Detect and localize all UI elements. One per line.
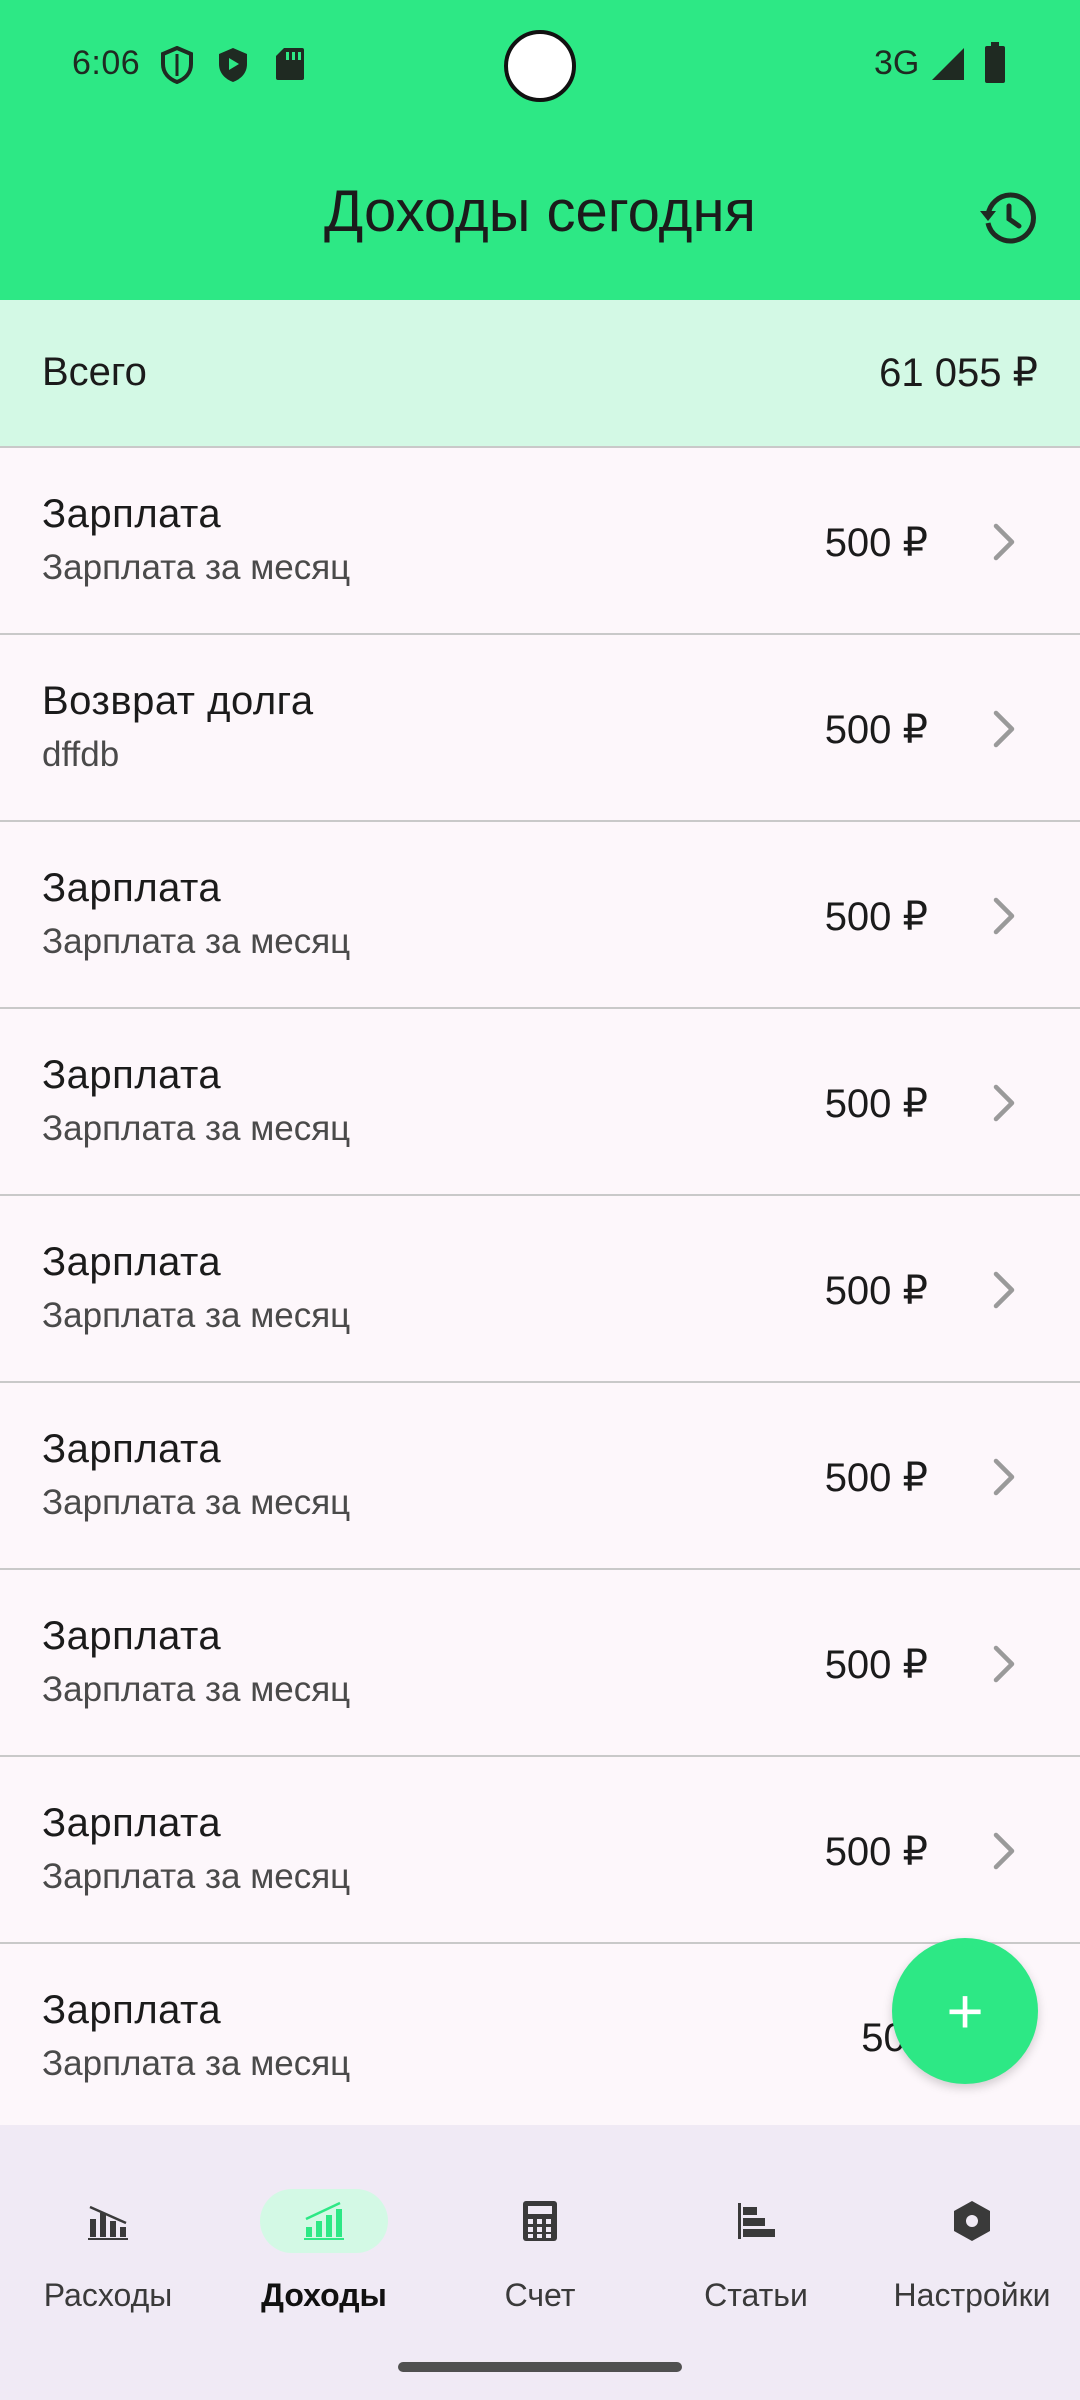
item-title: Зарплата [42,1240,222,1284]
item-amount: 500 ₽ [824,521,928,565]
nav-label: Настройки [893,2277,1051,2313]
list-item[interactable]: Зарплата Зарплата за месяц 500 ₽ [0,1757,1080,1944]
item-amount: 500 ₽ [824,1830,928,1874]
list-item[interactable]: Зарплата Зарплата за месяц 500 ₽ [0,1570,1080,1757]
chevron-right-icon [993,1271,1015,1309]
battery-icon [984,42,1006,89]
item-title: Зарплата [42,866,222,910]
history-icon [980,192,1036,244]
item-subtitle: Зарплата за месяц [42,1857,351,1896]
settings-hexagon-icon [908,2189,1036,2253]
income-chart-icon [260,2189,388,2253]
item-amount: 500 ₽ [824,1456,928,1500]
nav-item-categories[interactable]: Статьи [648,2157,864,2317]
bar-list-icon [692,2189,820,2253]
item-subtitle: dffdb [42,735,120,774]
item-subtitle: Зарплата за месяц [42,2044,351,2083]
item-subtitle: Зарплата за месяц [42,1109,351,1148]
item-title: Зарплата [42,1427,222,1471]
income-list: Зарплата Зарплата за месяц 500 ₽ Возврат до… [0,448,1080,2131]
nav-item-income[interactable]: Доходы [216,2157,432,2317]
item-amount: 500 ₽ [824,708,928,752]
list-item[interactable]: Зарплата Зарплата за месяц 500 ₽ [0,448,1080,635]
plus-icon: + [946,1975,984,2047]
history-button[interactable] [976,186,1040,250]
list-item[interactable]: Зарплата Зарплата за месяц 500 ₽ [0,1383,1080,1570]
item-subtitle: Зарплата за месяц [42,1296,351,1335]
nav-item-settings[interactable]: Настройки [864,2157,1080,2317]
calculator-icon [476,2189,604,2253]
sd-card-icon [274,46,306,87]
header: 6:06 3G Доходы сегодня [0,0,1080,300]
chevron-right-icon [993,1084,1015,1122]
item-amount: 500 ₽ [824,1269,928,1313]
total-summary-row: Всего 61 055 ₽ [0,300,1080,448]
status-time: 6:06 [72,44,141,82]
nav-label: Счет [504,2277,576,2313]
camera-cutout [504,30,576,102]
item-title: Зарплата [42,492,222,536]
item-amount: 500 ₽ [824,895,928,939]
item-title: Зарплата [42,1053,222,1097]
nav-item-account[interactable]: Счет [432,2157,648,2317]
item-subtitle: Зарплата за месяц [42,548,351,587]
chevron-right-icon [993,897,1015,935]
page-title: Доходы сегодня [324,179,756,244]
chevron-right-icon [993,1832,1015,1870]
item-title: Возврат долга [42,679,314,723]
chevron-right-icon [993,523,1015,561]
chevron-right-icon [993,1458,1015,1496]
list-item[interactable]: Зарплата Зарплата за месяц 500 ₽ [0,1009,1080,1196]
expenses-chart-icon [44,2189,172,2253]
chevron-right-icon [993,1645,1015,1683]
shield-outline-icon [160,45,194,89]
item-subtitle: Зарплата за месяц [42,1670,351,1709]
item-subtitle: Зарплата за месяц [42,1483,351,1522]
total-label: Всего [42,350,147,394]
screen: 6:06 3G Доходы сегодня Всего 61 055 ₽ За… [0,0,1080,2400]
play-protect-icon [216,46,250,89]
nav-label: Доходы [261,2277,387,2313]
add-income-button[interactable]: + [892,1938,1038,2084]
chevron-right-icon [993,710,1015,748]
item-title: Зарплата [42,1614,222,1658]
status-bar: 6:06 3G [0,0,1080,130]
list-item[interactable]: Возврат долга dffdb 500 ₽ [0,635,1080,822]
nav-label: Статьи [704,2277,808,2313]
nav-item-expenses[interactable]: Расходы [0,2157,216,2317]
nav-label: Расходы [43,2277,173,2313]
item-amount: 500 ₽ [824,1082,928,1126]
total-value: 61 055 ₽ [879,351,1038,395]
item-subtitle: Зарплата за месяц [42,922,351,961]
signal-icon [930,46,966,87]
item-title: Зарплата [42,1988,222,2032]
item-amount: 500 ₽ [824,1643,928,1687]
item-title: Зарплата [42,1801,222,1845]
list-item[interactable]: Зарплата Зарплата за месяц 500 ₽ [0,1196,1080,1383]
bottom-navigation: Расходы Доходы Счет Статьи Настройки [0,2125,1080,2400]
list-item[interactable]: Зарплата Зарплата за месяц 500 ₽ [0,822,1080,1009]
home-indicator[interactable] [398,2362,682,2372]
network-type: 3G [874,44,920,82]
